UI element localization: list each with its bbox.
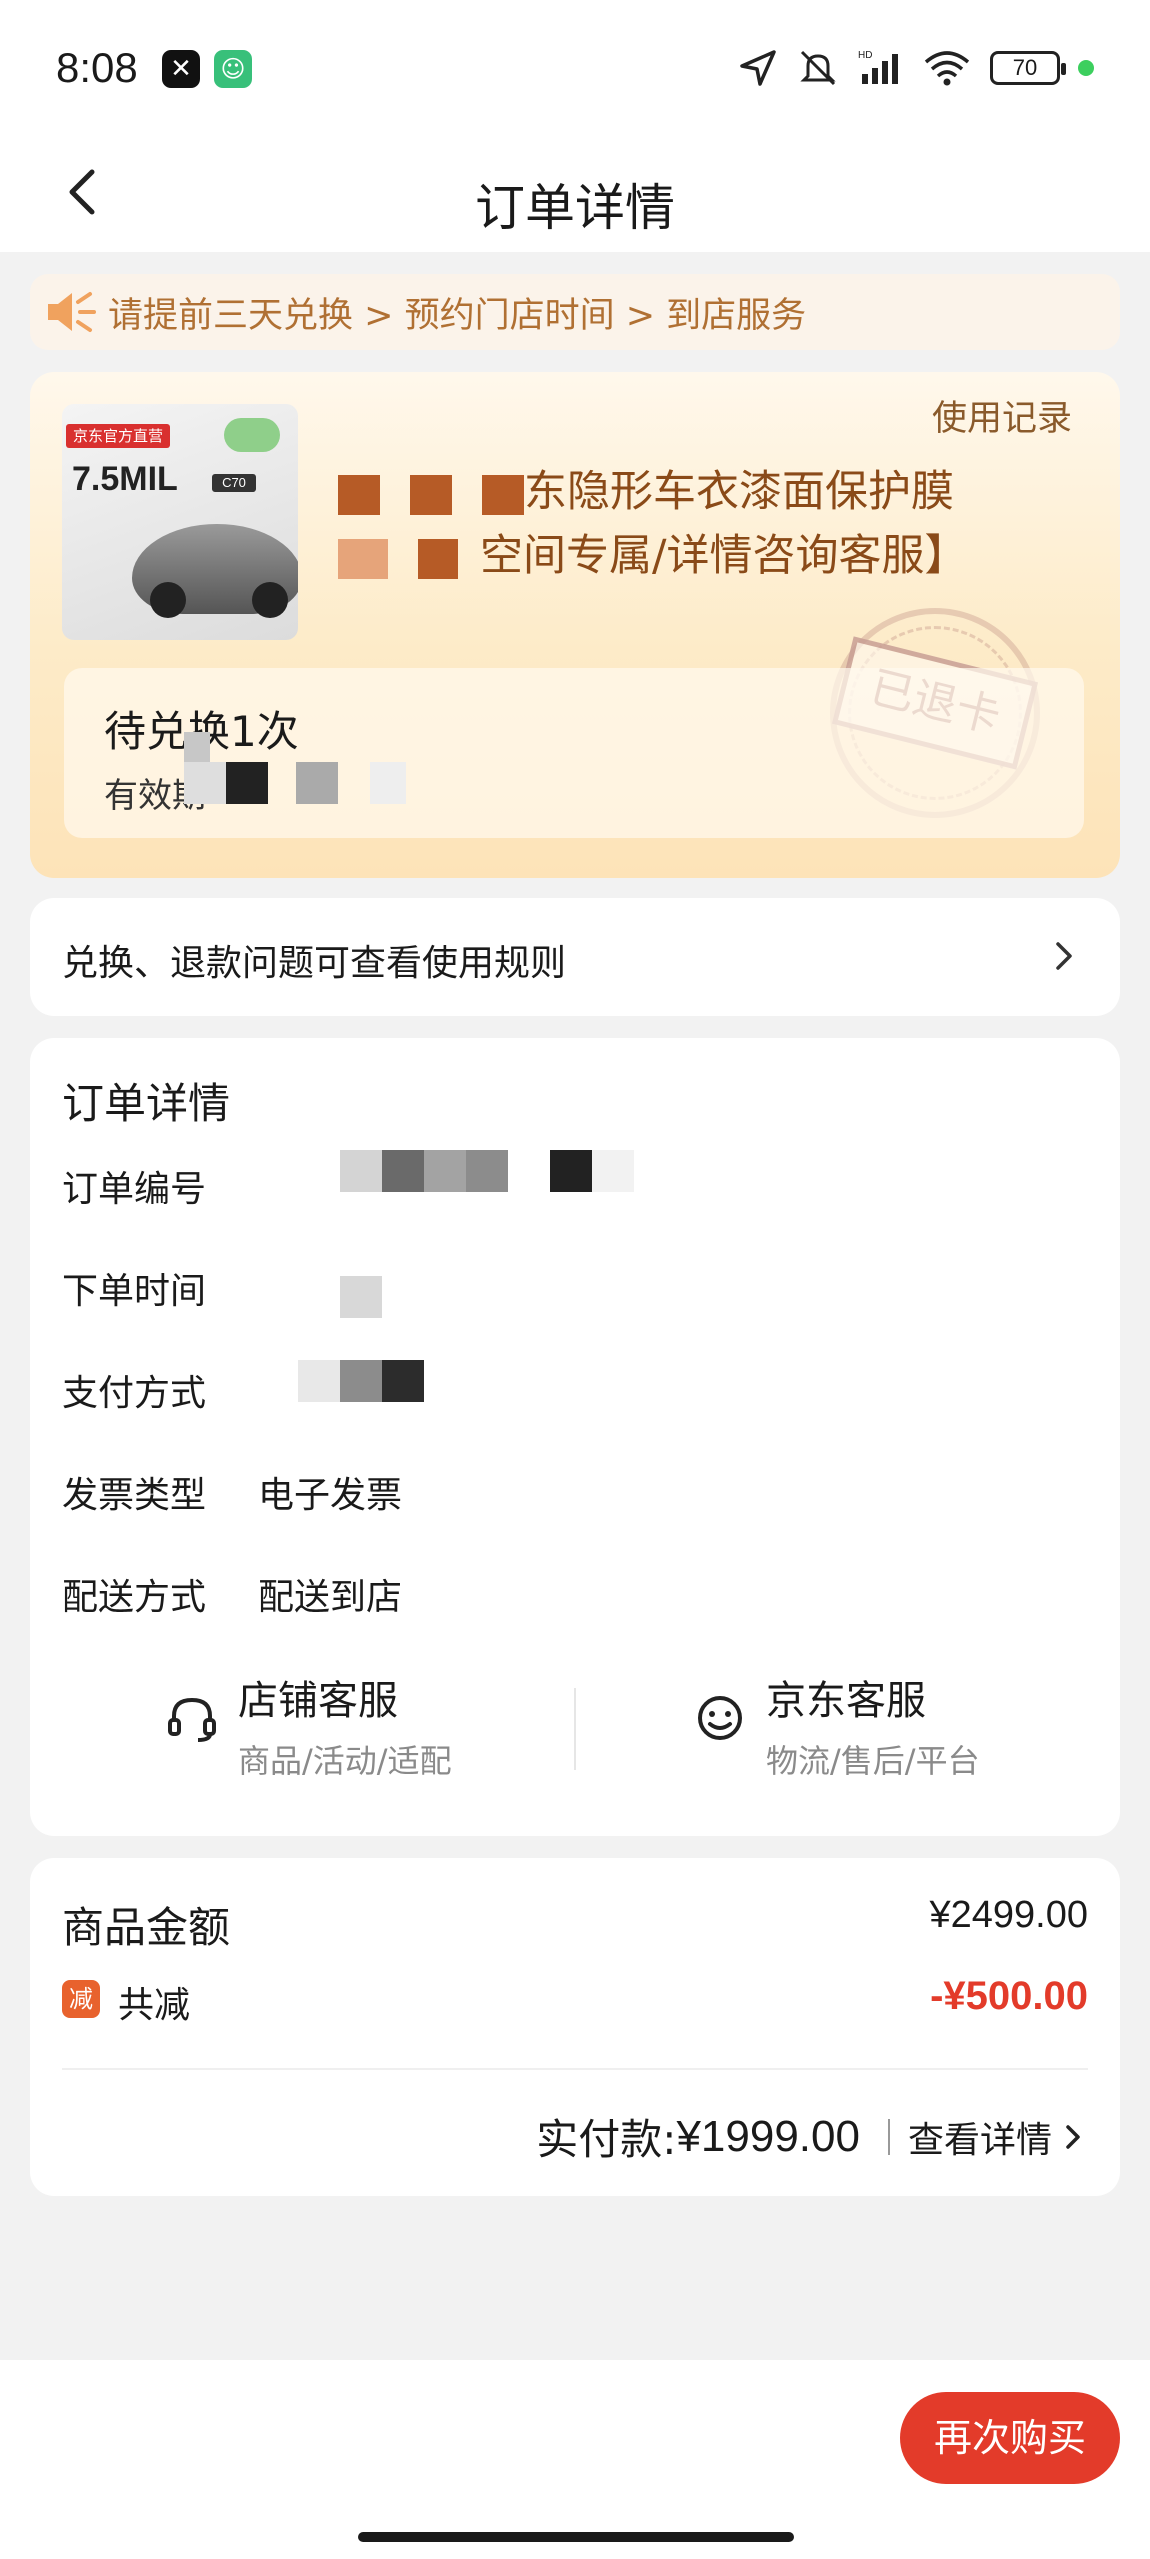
redeem-info: 待兑换1次 有效期 [64,668,1084,838]
redaction-mask [418,538,458,579]
goods-amount-label: 商品金额 [62,1903,231,1952]
nav-bar: 订单详情 [0,140,1150,252]
wifi-icon [924,51,970,86]
store-service-name: 店铺客服 [238,1678,398,1724]
assistant-app-icon: ☺ [214,50,252,88]
invoice-type-label: 发票类型 [62,1475,207,1516]
redaction-mask [482,474,524,515]
paid-label: 实付款: [536,2115,677,2164]
discount-label: 共减 [118,1985,191,2026]
order-time-value [340,1276,382,1318]
battery-icon: 70 [990,51,1066,85]
order-number-label: 订单编号 [62,1169,207,1210]
status-time: 8:08 [56,44,138,91]
chevron-right-icon [1066,2124,1080,2149]
redaction-mask [296,762,338,804]
mute-icon [800,50,836,86]
privacy-indicator-dot [1078,60,1094,76]
paid-line: 实付款: ¥1999.00 查看详情 [536,2106,1088,2167]
capcut-app-icon: ✕ [162,50,200,88]
signal-icon: HD [858,50,898,84]
store-service-button[interactable]: 店铺客服 商品/活动/适配 [164,1668,452,1780]
home-indicator[interactable] [358,2532,794,2542]
svg-text:HD: HD [858,50,872,61]
product-title-line2: 空间专属/详情咨询客服】 [338,524,1098,588]
jd-service-name: 京东客服 [766,1678,926,1724]
bottom-action-bar: 再次购买 [0,2360,1150,2559]
order-time-label: 下单时间 [62,1271,207,1312]
order-detail-title: 订单详情 [62,1079,231,1128]
product-card[interactable]: 使用记录 京东官方直营 7.5MIL C70 东隐形车衣漆面保护膜 空间专属/详… [30,372,1120,878]
discount-value: -¥500.00 [930,1974,1088,2018]
chevron-right-icon [1056,942,1072,970]
system-icons: HD 70 [738,44,1094,92]
delivery-method-value: 配送到店 [258,1577,403,1618]
redaction-mask [184,762,226,804]
paid-separator [887,2118,890,2155]
order-number-value [340,1150,634,1192]
product-title[interactable]: 东隐形车衣漆面保护膜 空间专属/详情咨询客服】 [338,460,1098,588]
invoice-type-value: 电子发票 [258,1475,403,1516]
speaker-icon [48,292,96,332]
amount-divider [62,2068,1088,2070]
service-divider [574,1688,576,1770]
product-title-text2: 空间专属/详情咨询客服】 [480,531,968,581]
redaction-mask [338,474,380,515]
smiley-icon [698,1696,742,1740]
goods-amount-value: ¥2499.00 [929,1894,1089,1936]
rebuy-button[interactable]: 再次购买 [900,2392,1120,2484]
thumb-brand-badge: 京东官方直营 [66,424,170,448]
use-record-link[interactable]: 使用记录 [932,390,1072,441]
redaction-mask [410,474,452,515]
redaction-mask [338,538,388,579]
usage-rules-row[interactable]: 兑换、退款问题可查看使用规则 [30,898,1120,1016]
thumb-model: C70 [212,474,256,492]
thumb-car-wheel [252,582,288,618]
location-icon [740,50,776,86]
redaction-mask [184,732,210,762]
delivery-method-label: 配送方式 [62,1577,207,1618]
order-detail-card: 订单详情 订单编号 下单时间 支付方式 发票类型 电子发票 配送方式 配送到店 … [30,1038,1120,1836]
jd-service-sub: 物流/售后/平台 [766,1742,980,1780]
product-thumbnail[interactable]: 京东官方直营 7.5MIL C70 [62,404,298,640]
store-service-sub: 商品/活动/适配 [238,1742,452,1780]
product-title-text1: 东隐形车衣漆面保护膜 [524,467,954,517]
headset-icon [168,1697,216,1742]
thumb-logo [224,418,280,452]
jd-service-button[interactable]: 京东客服 物流/售后/平台 [692,1668,980,1780]
amount-card: 商品金额 ¥2499.00 减 共减 -¥500.00 实付款: ¥1999.0… [30,1858,1120,2196]
view-detail-link[interactable]: 查看详情 [908,2111,1052,2163]
thumb-car-wheel [150,582,186,618]
redaction-mask [226,762,268,804]
notice-banner: 请提前三天兑换 > 预约门店时间 > 到店服务 [30,274,1120,350]
discount-badge: 减 [62,1980,100,2018]
payment-method-value [298,1360,424,1402]
paid-value: ¥1999.00 [676,2111,860,2161]
payment-method-label: 支付方式 [62,1373,207,1414]
notice-text: 请提前三天兑换 > 预约门店时间 > 到店服务 [108,295,807,336]
product-title-line1: 东隐形车衣漆面保护膜 [338,460,1098,524]
redaction-mask [370,762,406,804]
thumb-mil: 7.5MIL [72,460,178,498]
usage-rules-text: 兑换、退款问题可查看使用规则 [62,943,567,984]
page-title: 订单详情 [475,179,675,237]
status-bar: 8:08 ✕ ☺ HD 70 [0,0,1150,140]
